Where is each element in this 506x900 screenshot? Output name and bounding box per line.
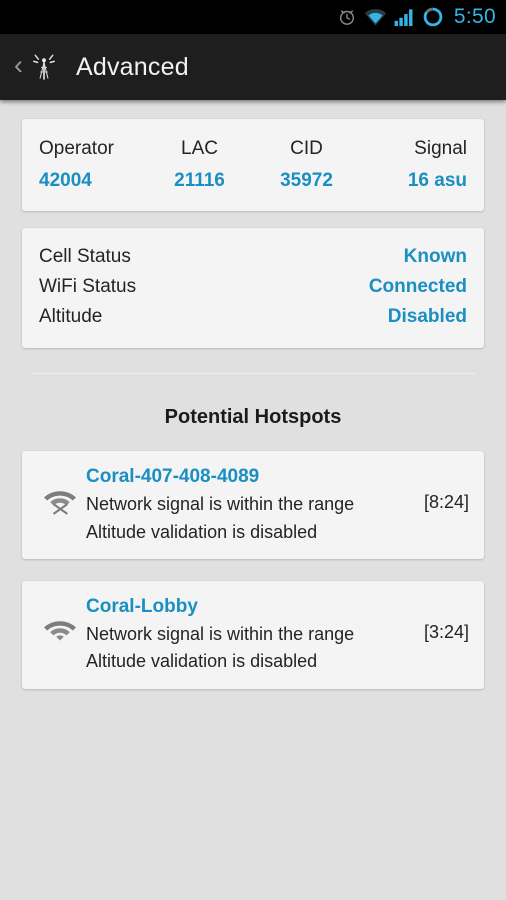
- content-area: Operator 42004 LAC 21116 CID 35972 Signa…: [0, 119, 506, 689]
- status-value: Disabled: [387, 306, 467, 328]
- info-label: LAC: [181, 138, 218, 159]
- section-divider: [30, 373, 476, 375]
- status-row-altitude: Altitude Disabled: [39, 302, 467, 332]
- status-key: Cell Status: [39, 246, 131, 268]
- potential-hotspots-heading: Potential Hotspots: [164, 406, 342, 429]
- status-key: Altitude: [39, 306, 103, 328]
- app-bar: ‹ Advanced: [0, 34, 506, 100]
- hotspot-name: Coral-Lobby: [86, 596, 198, 618]
- info-value: 42004: [39, 169, 92, 191]
- back-button[interactable]: ‹: [8, 52, 29, 82]
- alarm-clock-icon: [337, 7, 357, 27]
- hotspot-description-line-1: Network signal is within the range: [86, 493, 355, 514]
- info-column-cid: CID 35972: [253, 136, 360, 193]
- cell-info-card: Operator 42004 LAC 21116 CID 35972 Signa…: [22, 119, 484, 212]
- status-row-wifi-status: WiFi Status Connected: [39, 272, 467, 302]
- status-value: Connected: [368, 276, 467, 298]
- status-key: WiFi Status: [39, 276, 137, 298]
- hotspot-list-item[interactable]: Coral-Lobby Network signal is within the…: [22, 581, 484, 689]
- status-value: Known: [403, 246, 467, 268]
- antenna-tower-icon: [29, 51, 59, 83]
- status-bar-clock: 5:50: [453, 5, 496, 28]
- status-bar: 5:50: [0, 0, 506, 34]
- info-label: Signal: [414, 138, 467, 159]
- hotspot-timestamp: [8:24]: [423, 491, 469, 512]
- hotspot-list-item[interactable]: Coral-407-408-4089 Network signal is wit…: [22, 451, 484, 560]
- info-value: 16 asu: [407, 169, 467, 191]
- info-value: 35972: [280, 169, 333, 191]
- hotspot-first-line-row: Network signal is within the range [3:24…: [86, 620, 469, 648]
- info-column-lac: LAC 21116: [146, 136, 253, 193]
- hotspot-details: Coral-Lobby Network signal is within the…: [83, 594, 469, 675]
- info-label: Operator: [39, 138, 114, 159]
- wifi-off-icon: [37, 464, 83, 515]
- hotspot-details: Coral-407-408-4089 Network signal is wit…: [83, 464, 469, 545]
- hotspot-first-line-row: Network signal is within the range [8:24…: [86, 490, 469, 518]
- hotspot-description-line-2: Altitude validation is disabled: [86, 521, 318, 542]
- cell-info-grid: Operator 42004 LAC 21116 CID 35972 Signa…: [39, 136, 467, 193]
- info-label: CID: [290, 138, 323, 159]
- hotspot-name: Coral-407-408-4089: [86, 466, 260, 488]
- status-row-cell-status: Cell Status Known: [39, 242, 467, 272]
- page-title: Advanced: [76, 52, 189, 81]
- hotspot-description-line-1: Network signal is within the range: [86, 623, 355, 644]
- wifi-icon: [37, 594, 83, 645]
- sync-circle-icon: [422, 6, 444, 28]
- hotspot-timestamp: [3:24]: [423, 621, 469, 642]
- info-column-signal: Signal 16 asu: [360, 136, 467, 193]
- cellular-signal-icon: [394, 8, 415, 27]
- info-value: 21116: [174, 169, 225, 191]
- status-card: Cell Status Known WiFi Status Connected …: [22, 228, 484, 349]
- wifi-icon: [364, 8, 387, 27]
- hotspot-description-line-2: Altitude validation is disabled: [86, 651, 318, 672]
- info-column-operator: Operator 42004: [39, 136, 146, 193]
